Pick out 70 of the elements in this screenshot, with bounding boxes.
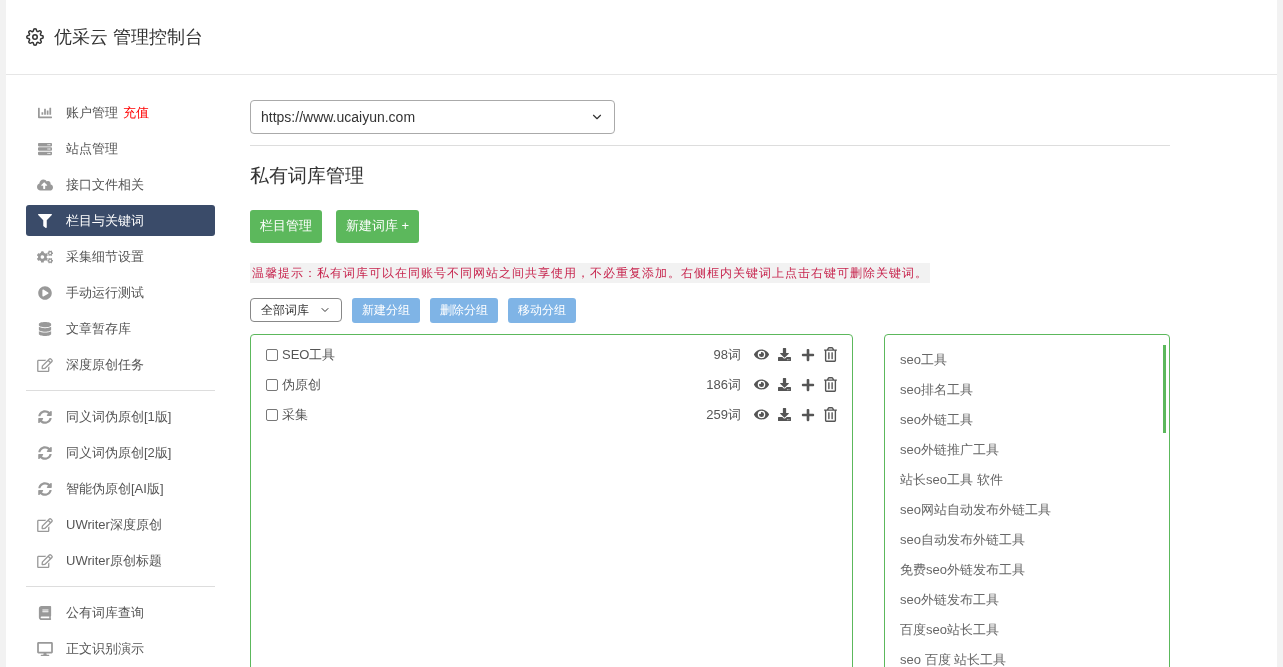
checkbox[interactable] xyxy=(266,348,278,361)
sidebar-item[interactable]: 文章暂存库 xyxy=(26,313,215,344)
plus-icon[interactable] xyxy=(801,347,815,362)
tip-text: 温馨提示：私有词库可以在同账号不同网站之间共享使用，不必重复添加。右侧框内关键词上点击右键可删除关键词。 xyxy=(250,262,930,283)
recharge-link[interactable]: 充值 xyxy=(123,102,149,123)
eye-icon[interactable] xyxy=(754,407,769,422)
refresh-icon xyxy=(37,481,53,496)
database-icon xyxy=(37,321,53,336)
word-count: 98词 xyxy=(713,345,741,364)
keyword-item[interactable]: seo外链工具 xyxy=(900,408,1169,439)
play-icon xyxy=(37,285,53,300)
cloud-upload-icon xyxy=(37,177,53,192)
filter-icon xyxy=(37,213,53,228)
header-title: 优采云 管理控制台 xyxy=(54,25,203,49)
group-select[interactable]: 全部词库 xyxy=(250,298,342,322)
sidebar-item[interactable]: 站点管理 xyxy=(26,133,215,164)
eye-icon[interactable] xyxy=(754,377,769,392)
download-icon[interactable] xyxy=(778,408,791,421)
sidebar-item[interactable]: 同义词伪原创[1版] xyxy=(26,401,215,432)
download-icon[interactable] xyxy=(778,348,791,361)
sidebar-item[interactable]: 正文识别演示 xyxy=(26,633,215,664)
edit-icon xyxy=(37,357,53,372)
trash-icon[interactable] xyxy=(824,377,837,392)
word-count: 259词 xyxy=(706,405,741,424)
keyword-item[interactable]: 免费seo外链发布工具 xyxy=(900,558,1169,589)
keyword-item[interactable]: seo外链推广工具 xyxy=(900,438,1169,469)
refresh-icon xyxy=(37,445,53,460)
keyword-item[interactable]: 百度seo站长工具 xyxy=(900,618,1169,649)
checkbox[interactable] xyxy=(266,408,278,421)
keyword-item[interactable]: seo排名工具 xyxy=(900,378,1169,409)
edit-icon xyxy=(37,517,53,532)
settings-icon xyxy=(26,28,44,46)
keyword-item[interactable]: seo网站自动发布外链工具 xyxy=(900,498,1169,529)
trash-icon[interactable] xyxy=(824,407,837,422)
sidebar-item[interactable]: 手动运行测试 xyxy=(26,277,215,308)
library-name[interactable]: SEO工具 xyxy=(282,344,336,365)
sidebar-item[interactable]: 同义词伪原创[2版] xyxy=(26,437,215,468)
edit-icon xyxy=(37,553,53,568)
sidebar-item[interactable]: 深度原创任务 xyxy=(26,349,215,380)
refresh-icon xyxy=(37,409,53,424)
keyword-item[interactable]: seo外链发布工具 xyxy=(900,588,1169,619)
scrollbar[interactable] xyxy=(1163,344,1166,433)
sidebar-item[interactable]: 公有词库查询 xyxy=(26,597,215,628)
keyword-item[interactable]: seo 百度 站长工具 xyxy=(900,648,1169,667)
site-select[interactable]: https://www.ucaiyun.com xyxy=(250,100,615,134)
library-name[interactable]: 采集 xyxy=(282,404,308,425)
sidebar-item[interactable]: 采集细节设置 xyxy=(26,241,215,272)
book-icon xyxy=(37,605,53,620)
monitor-icon xyxy=(37,641,53,656)
eye-icon[interactable] xyxy=(754,347,769,362)
sidebar-item[interactable]: UWriter原创标题 xyxy=(26,545,215,576)
page-title: 私有词库管理 xyxy=(250,164,365,188)
sidebar-item[interactable]: 接口文件相关 xyxy=(26,169,215,200)
gears-icon xyxy=(37,249,53,264)
bar-chart-icon xyxy=(37,105,53,120)
plus-icon[interactable] xyxy=(801,407,815,422)
sidebar-item[interactable]: 账户管理 充值 xyxy=(26,97,215,128)
checkbox[interactable] xyxy=(266,378,278,391)
keyword-item[interactable]: seo自动发布外链工具 xyxy=(900,528,1169,559)
word-count: 186词 xyxy=(706,375,741,394)
sidebar-item[interactable]: UWriter深度原创 xyxy=(26,509,215,540)
sidebar-item[interactable]: 智能伪原创[AI版] xyxy=(26,473,215,504)
keyword-item[interactable]: seo工具 xyxy=(900,348,1169,379)
keyword-item[interactable]: 站长seo工具 软件 xyxy=(900,468,1169,499)
library-name[interactable]: 伪原创 xyxy=(282,374,321,395)
server-icon xyxy=(37,141,53,156)
trash-icon[interactable] xyxy=(824,347,837,362)
plus-icon[interactable] xyxy=(801,377,815,392)
sidebar-item[interactable]: 栏目与关键词 xyxy=(26,205,215,236)
download-icon[interactable] xyxy=(778,378,791,391)
